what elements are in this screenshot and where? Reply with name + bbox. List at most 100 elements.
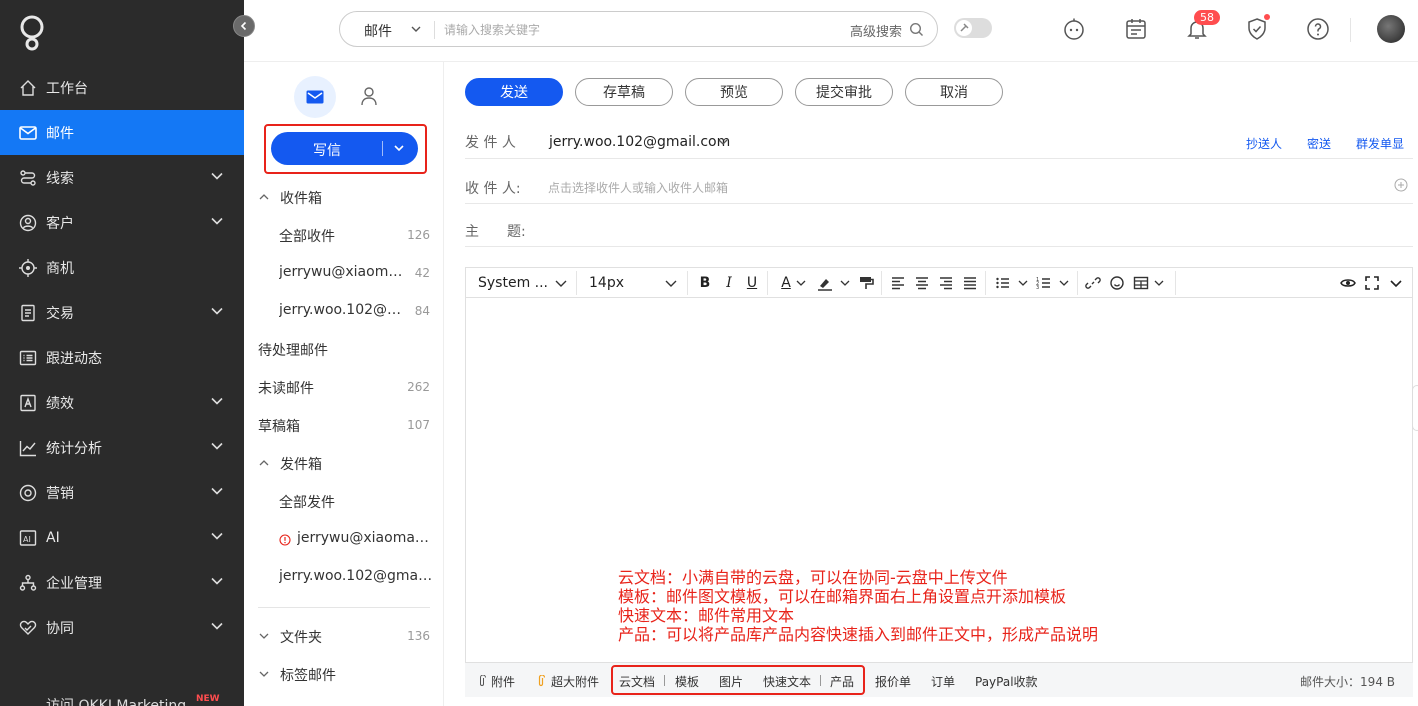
- chevron-down-icon[interactable]: [210, 529, 224, 543]
- folder-item[interactable]: jerrywu@xiaoman....: [244, 524, 444, 554]
- chevron-down-icon[interactable]: [210, 619, 224, 633]
- large-attachment-button[interactable]: 超大附件: [551, 673, 599, 690]
- table-icon[interactable]: [1133, 275, 1149, 291]
- template-button[interactable]: 模板: [675, 673, 699, 690]
- chevron-down-icon[interactable]: [210, 439, 224, 453]
- chevron-down-icon[interactable]: [210, 394, 224, 408]
- pin-toggle[interactable]: [954, 18, 992, 38]
- okki-marketing-link[interactable]: 访问 OKKI Marketing: [46, 695, 186, 706]
- product-button[interactable]: 产品: [830, 673, 854, 690]
- format-painter-icon[interactable]: [858, 275, 874, 291]
- scroll-handle[interactable]: [1412, 385, 1418, 431]
- recipient-input[interactable]: [548, 179, 1148, 197]
- chevron-down-icon[interactable]: [663, 275, 679, 291]
- chevron-down-icon[interactable]: [393, 141, 405, 155]
- emoji-icon[interactable]: [1109, 275, 1125, 291]
- folder-item[interactable]: 文件夹 136: [244, 621, 444, 651]
- chevron-down-icon[interactable]: [210, 304, 224, 318]
- chevron-down-icon[interactable]: [1151, 275, 1167, 291]
- sidebar-item-9[interactable]: 营销: [0, 470, 244, 515]
- compose-button[interactable]: 写信: [271, 132, 418, 165]
- chevron-down-icon[interactable]: [258, 630, 270, 642]
- image-button[interactable]: 图片: [719, 673, 743, 690]
- font-color-icon[interactable]: A: [778, 275, 794, 291]
- sidebar-item-12[interactable]: 协同: [0, 605, 244, 650]
- underline-icon[interactable]: U: [744, 275, 760, 291]
- chevron-down-icon[interactable]: [210, 484, 224, 498]
- sidebar-item-7[interactable]: 绩效: [0, 380, 244, 425]
- sidebar-item-8[interactable]: 统计分析: [0, 425, 244, 470]
- from-select[interactable]: jerry.woo.102@gmail.com: [549, 134, 730, 150]
- sidebar-item-4[interactable]: 商机: [0, 245, 244, 290]
- eye-icon[interactable]: [1340, 275, 1356, 291]
- bullet-list-icon[interactable]: [995, 275, 1011, 291]
- attachment-button[interactable]: 附件: [491, 673, 515, 690]
- folder-item[interactable]: jerrywu@xiaoman... 42: [244, 258, 444, 288]
- search-icon[interactable]: [909, 22, 924, 37]
- sidebar-item-5[interactable]: 交易: [0, 290, 244, 335]
- chevron-down-icon[interactable]: [410, 23, 422, 35]
- link-icon[interactable]: [1085, 275, 1101, 291]
- align-left-icon[interactable]: [890, 275, 906, 291]
- chevron-down-icon[interactable]: [258, 668, 270, 680]
- folder-item[interactable]: 标签邮件: [244, 659, 444, 689]
- align-center-icon[interactable]: [914, 275, 930, 291]
- mass-single-display-link[interactable]: 群发单显: [1356, 135, 1404, 152]
- chevron-down-icon[interactable]: [1056, 275, 1072, 291]
- avatar[interactable]: [1377, 15, 1405, 43]
- italic-icon[interactable]: I: [721, 275, 737, 291]
- chevron-up-icon[interactable]: [258, 457, 270, 469]
- quote-button[interactable]: 报价单: [875, 673, 911, 690]
- calendar-icon[interactable]: [1124, 17, 1148, 41]
- sidebar-item-1[interactable]: 邮件: [0, 110, 244, 155]
- chevron-down-icon[interactable]: [1015, 275, 1031, 291]
- align-right-icon[interactable]: [938, 275, 954, 291]
- subject-input[interactable]: [545, 222, 1145, 240]
- sidebar-item-10[interactable]: AI AI: [0, 515, 244, 560]
- font-size-select[interactable]: 14px: [589, 275, 624, 291]
- sidebar-item-2[interactable]: 线索: [0, 155, 244, 200]
- save-draft-button[interactable]: 存草稿: [575, 78, 673, 106]
- collapse-sidebar-button[interactable]: [233, 15, 255, 37]
- folder-item[interactable]: 未读邮件 262: [244, 372, 444, 402]
- chevron-down-icon[interactable]: [1388, 275, 1404, 291]
- sidebar-item-6[interactable]: 跟进动态: [0, 335, 244, 380]
- align-justify-icon[interactable]: [962, 275, 978, 291]
- cc-link[interactable]: 抄送人: [1246, 135, 1282, 152]
- chevron-down-icon[interactable]: [210, 574, 224, 588]
- chevron-up-icon[interactable]: [258, 191, 270, 203]
- logo-icon[interactable]: [18, 14, 46, 52]
- contact-icon[interactable]: [360, 86, 378, 106]
- folder-item[interactable]: jerry.woo.102@g... 84: [244, 296, 444, 326]
- chevron-down-icon[interactable]: [717, 136, 729, 148]
- chevron-down-icon[interactable]: [210, 169, 224, 183]
- cloud-doc-button[interactable]: 云文档: [619, 673, 655, 690]
- bold-icon[interactable]: B: [697, 275, 713, 291]
- shield-check-icon[interactable]: [1245, 17, 1269, 41]
- sidebar-item-0[interactable]: 工作台: [0, 65, 244, 110]
- help-icon[interactable]: [1306, 17, 1330, 41]
- folder-item[interactable]: 全部发件: [244, 486, 444, 516]
- chevron-down-icon[interactable]: [837, 275, 853, 291]
- folder-item[interactable]: 收件箱: [244, 182, 444, 212]
- highlighter-icon[interactable]: [817, 275, 833, 291]
- assistant-icon[interactable]: [1062, 17, 1086, 41]
- tab-mail[interactable]: [294, 76, 336, 118]
- chevron-down-icon[interactable]: [210, 214, 224, 228]
- folder-item[interactable]: jerry.woo.102@gmail....: [244, 562, 444, 592]
- preview-button[interactable]: 预览: [685, 78, 783, 106]
- add-circle-icon[interactable]: [1394, 178, 1408, 192]
- fullscreen-icon[interactable]: [1364, 275, 1380, 291]
- folder-item[interactable]: 发件箱: [244, 448, 444, 478]
- chevron-down-icon[interactable]: [553, 275, 569, 291]
- advanced-search-link[interactable]: 高级搜索: [850, 21, 902, 40]
- sidebar-item-11[interactable]: 企业管理: [0, 560, 244, 605]
- folder-item[interactable]: 全部收件 126: [244, 220, 444, 250]
- folder-item[interactable]: 草稿箱 107: [244, 410, 444, 440]
- submit-approval-button[interactable]: 提交审批: [795, 78, 893, 106]
- rich-text-editor[interactable]: System ... 14px B I U A 123 云文档：小满自带的云盘，…: [465, 267, 1413, 663]
- send-button[interactable]: 发送: [465, 78, 563, 106]
- numbered-list-icon[interactable]: 123: [1036, 275, 1052, 291]
- folder-item[interactable]: 待处理邮件: [244, 334, 444, 364]
- bcc-link[interactable]: 密送: [1307, 135, 1331, 152]
